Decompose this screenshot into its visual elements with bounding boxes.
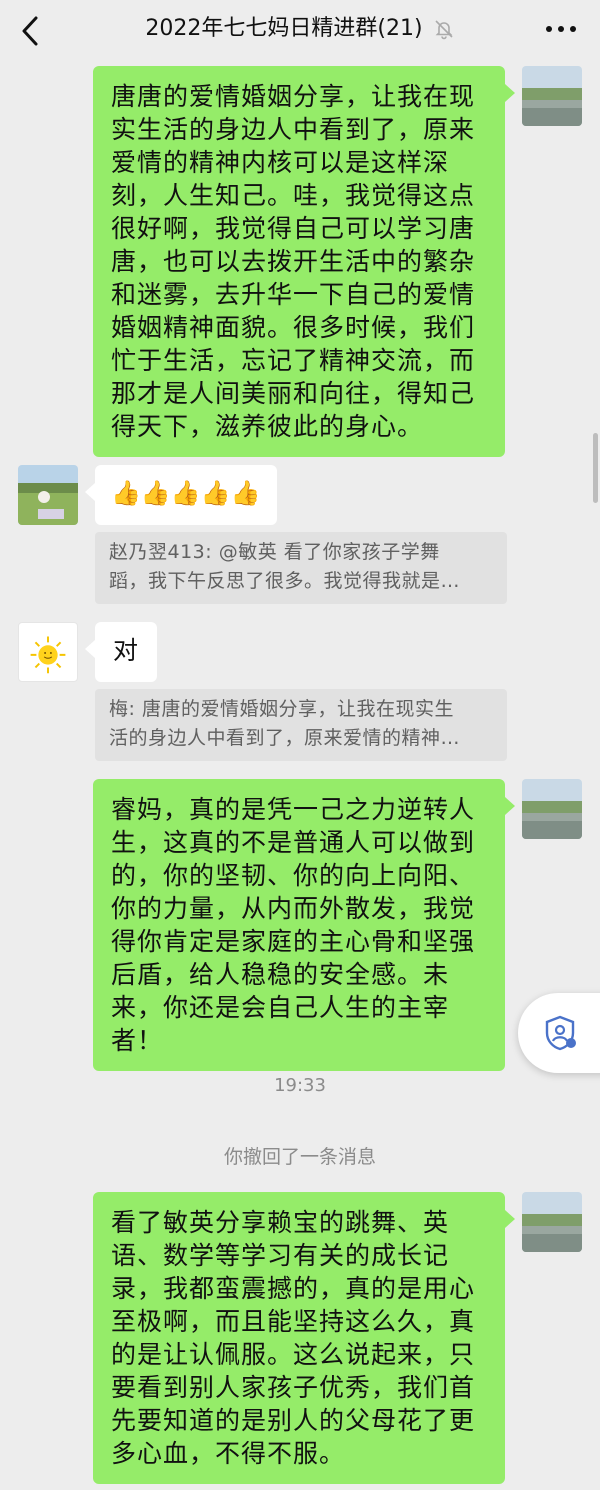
scrollbar[interactable] [593,433,598,503]
message-text: 对 [112,636,139,665]
message-bubble[interactable]: 看了敏英分享赖宝的跳舞、英语、数学等学习有关的成长记录，我都蛮震撼的，真的是用心… [93,1192,505,1484]
message-bubble[interactable]: 对 [95,622,157,682]
message-text: 看了敏英分享赖宝的跳舞、英语、数学等学习有关的成长记录，我都蛮震撼的，真的是用心… [111,1208,476,1468]
landscape-avatar-image [522,66,582,126]
chat-title[interactable]: 2022年七七妈日精进群(21) [145,12,422,46]
chat-title-row: 2022年七七妈日精进群(21) [0,12,600,46]
quoted-reply[interactable]: 赵乃翌413: @敏英 看了你家孩子学舞 蹈，我下午反思了很多。我觉得我就是… [95,532,507,604]
landscape-avatar-image [522,779,582,839]
bubble-tail [85,640,95,658]
message-bubble[interactable]: 睿妈，真的是凭一己之力逆转人生，这真的不是普通人可以做到的，你的坚韧、你的向上向… [93,779,505,1071]
quote-line: 梅: 唐唐的爱情婚姻分享，让我在现实生 [109,698,454,720]
timestamp: 19:33 [274,1075,326,1096]
message-bubble[interactable]: 👍👍👍👍👍 [95,465,277,525]
contact-avatar[interactable] [18,465,78,525]
my-avatar[interactable] [522,779,582,839]
bubble-tail [505,797,515,815]
landscape-avatar-image [522,1192,582,1252]
system-message: 你撤回了一条消息 [223,1146,376,1168]
sun-avatar-image [30,636,66,674]
quote-line: 活的身边人中看到了，原来爱情的精神… [109,727,461,749]
my-avatar[interactable] [522,1192,582,1252]
my-avatar[interactable] [522,66,582,126]
message-text: 唐唐的爱情婚姻分享，让我在现实生活的身边人中看到了，原来爱情的精神内核可以是这样… [111,82,476,441]
bell-off-icon [435,20,453,40]
quote-line: 赵乃翌413: @敏英 看了你家孩子学舞 [109,541,440,563]
emoji-thumbs-up: 👍👍👍👍👍 [111,479,261,507]
bubble-tail [85,483,95,501]
more-dots-icon[interactable] [544,22,578,36]
bubble-tail [505,84,515,102]
chat-header: 2022年七七妈日精进群(21) [0,0,600,62]
outdoor-avatar-image [18,465,78,525]
message-text: 睿妈，真的是凭一己之力逆转人生，这真的不是普通人可以做到的，你的坚韧、你的向上向… [111,795,476,1055]
message-bubble[interactable]: 唐唐的爱情婚姻分享，让我在现实生活的身边人中看到了，原来爱情的精神内核可以是这样… [93,66,505,457]
shield-person-icon [545,1015,576,1051]
floating-security-button[interactable] [518,993,600,1073]
bubble-tail [505,1210,515,1228]
quote-line: 蹈，我下午反思了很多。我觉得我就是… [109,570,461,592]
contact-avatar[interactable] [18,622,78,682]
quoted-reply[interactable]: 梅: 唐唐的爱情婚姻分享，让我在现实生 活的身边人中看到了，原来爱情的精神… [95,689,507,761]
